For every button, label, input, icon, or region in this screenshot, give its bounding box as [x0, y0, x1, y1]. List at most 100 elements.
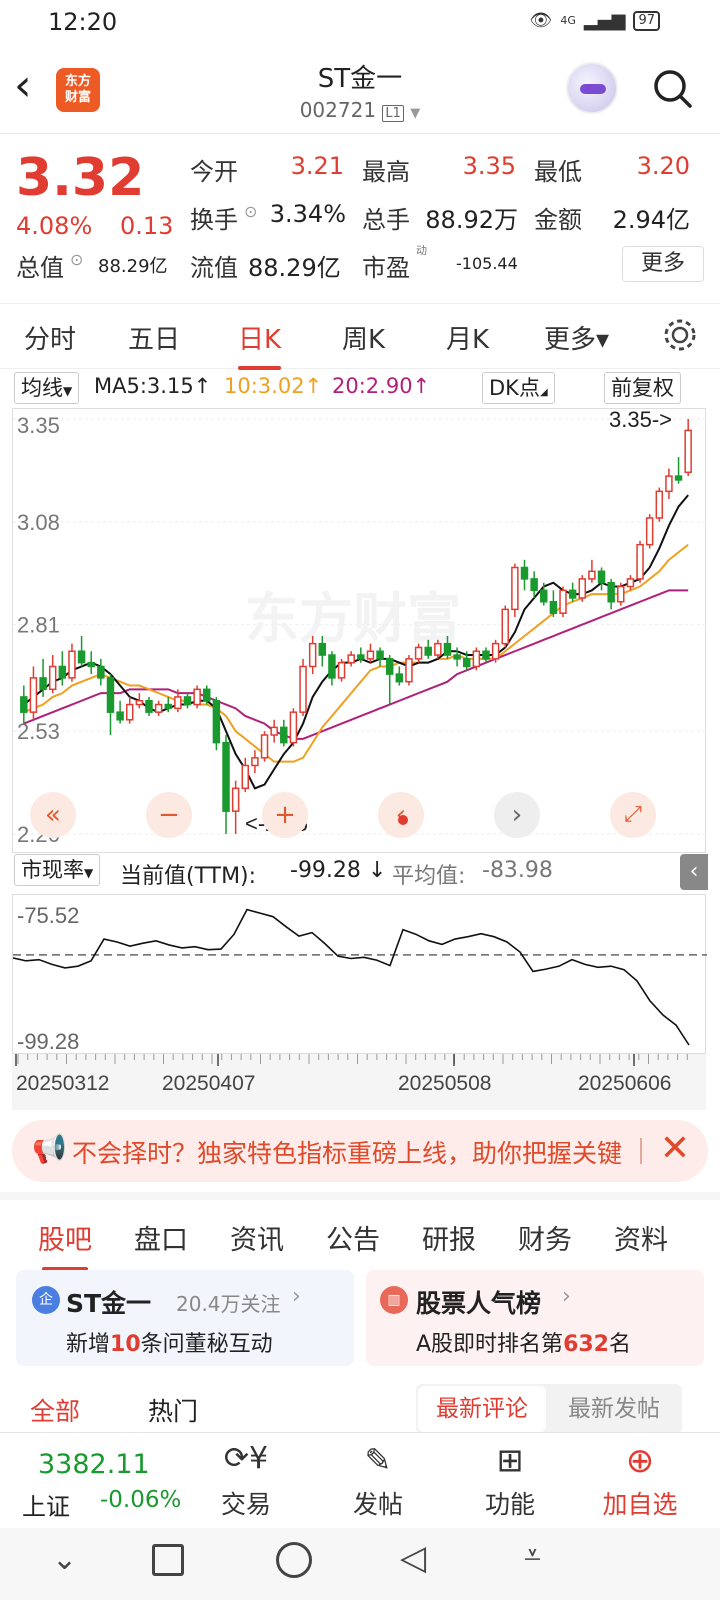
candle-body: [87, 661, 95, 668]
zoom-in-icon[interactable]: +: [262, 792, 308, 838]
gear-icon[interactable]: [660, 315, 700, 355]
step-forward-icon[interactable]: ›: [494, 792, 540, 838]
network-label: 4G: [560, 14, 576, 27]
dk-point-button[interactable]: DK点◢: [482, 372, 555, 404]
popularity-card[interactable]: ▥ 股票人气榜 › A股即时排名第632名: [366, 1270, 704, 1366]
tab-intraday[interactable]: 分时: [24, 319, 76, 356]
candle-body: [164, 703, 172, 710]
close-icon[interactable]: ✕: [660, 1128, 690, 1169]
back-triangle-icon[interactable]: ◁: [400, 1538, 426, 1578]
indicator-select-button[interactable]: 市现率▼: [14, 854, 101, 886]
tab-pankou[interactable]: 盘口: [134, 1218, 188, 1257]
home-circle-icon[interactable]: [276, 1542, 312, 1578]
ranking-chart-icon: ▥: [380, 1286, 408, 1314]
info-icon[interactable]: ⊙: [70, 250, 83, 269]
tab-five-day[interactable]: 五日: [128, 319, 180, 356]
promo-banner[interactable]: 📢 不会择时？独家特色指标重磅上线，助你把握关键 ✕: [12, 1120, 708, 1182]
ma20-value: 20:2.90↑: [332, 374, 431, 398]
indicator-avg-label: 平均值:: [392, 864, 466, 889]
search-icon[interactable]: [652, 68, 692, 108]
level-badge: L1: [382, 105, 404, 122]
chevron-right-icon: ›: [562, 1284, 571, 1309]
amount-label: 金额: [534, 206, 582, 234]
candle-body: [347, 654, 355, 664]
rewind-icon[interactable]: «: [30, 792, 76, 838]
candle-body: [29, 677, 38, 713]
collapse-chevron-icon[interactable]: ‹: [680, 854, 708, 890]
candle-body: [636, 543, 644, 580]
candle-body: [48, 665, 57, 691]
nav-add-watchlist[interactable]: ⊕ 加自选: [590, 1441, 690, 1521]
candle-body: [588, 570, 596, 580]
max-price-label: 3.35->: [609, 409, 672, 432]
candle-body: [434, 642, 442, 656]
tab-more[interactable]: 更多▾: [544, 319, 609, 356]
indicator-current-value: -99.28: [290, 858, 361, 883]
date-axis: 20250312 20250407 20250508 20250606: [12, 1054, 706, 1110]
robot-assistant-avatar[interactable]: [566, 62, 618, 114]
fullscreen-icon[interactable]: ⤢: [610, 792, 656, 838]
recents-square-icon[interactable]: [152, 1544, 184, 1576]
company-card[interactable]: 企 ST金一 20.4万关注 › 新增10条问董秘互动: [16, 1270, 354, 1366]
info-icon[interactable]: ⊙: [244, 202, 257, 221]
candle-body: [395, 673, 404, 683]
candle-body: [97, 665, 105, 679]
tab-guba[interactable]: 股吧: [38, 1218, 92, 1271]
chart-controls: « − + ‹ › ⤢: [0, 790, 720, 840]
tab-profile[interactable]: 资料: [614, 1218, 668, 1257]
ranking-number: 632: [563, 1332, 609, 1357]
volume-label: 总手: [362, 206, 410, 234]
candle-body: [174, 696, 182, 710]
candle-body: [405, 658, 413, 683]
candle-body: [203, 688, 211, 702]
candle-body: [520, 566, 529, 580]
tab-finance[interactable]: 财务: [518, 1218, 572, 1257]
tab-news[interactable]: 资讯: [230, 1218, 284, 1257]
edit-icon: ✎: [364, 1441, 392, 1479]
hide-keyboard-icon[interactable]: ⌄: [52, 1542, 77, 1577]
candle-body: [385, 658, 394, 675]
enterprise-badge-icon: 企: [32, 1286, 60, 1314]
zoom-out-icon[interactable]: −: [146, 792, 192, 838]
pe-dynamic-sup: 动: [416, 244, 427, 257]
kline-chart[interactable]: 3.353.082.812.532.26东方财富3.35-><-2.26: [12, 407, 707, 853]
red-dot-indicator: [398, 815, 408, 825]
filter-hot[interactable]: 热门: [148, 1392, 198, 1428]
date-label: 20250606: [578, 1072, 671, 1095]
notification-pull-icon[interactable]: ⩡: [524, 1538, 541, 1573]
nav-function-label: 功能: [484, 1490, 535, 1519]
candle-body: [414, 646, 423, 660]
ranking-prefix: A股即时排名第: [416, 1332, 564, 1357]
index-ticker[interactable]: 3382.11 上证 -0.06%: [20, 1449, 190, 1521]
nav-function[interactable]: ⊞ 功能: [460, 1441, 560, 1521]
candle-body: [280, 726, 288, 744]
stock-code: 002721: [299, 98, 377, 122]
tab-monthly-k[interactable]: 月K: [446, 319, 489, 356]
divider: [640, 1138, 642, 1164]
tab-weekly-k[interactable]: 周K: [342, 319, 385, 356]
candle-body: [106, 677, 115, 713]
index-name: 上证: [22, 1493, 70, 1521]
tab-research[interactable]: 研报: [422, 1218, 476, 1257]
filter-all[interactable]: 全部: [30, 1392, 80, 1428]
tab-daily-k[interactable]: 日K: [238, 319, 282, 370]
amount-value: 2.94亿: [612, 206, 690, 234]
price-adjust-button[interactable]: 前复权: [604, 372, 681, 404]
interaction-count: 10: [110, 1332, 141, 1357]
candle-body: [289, 711, 298, 744]
battery-icon: 97: [633, 10, 660, 31]
candle-body: [77, 650, 86, 664]
candle-body: [626, 578, 635, 588]
tab-announcements[interactable]: 公告: [326, 1218, 380, 1257]
sort-latest-comment[interactable]: 最新评论: [418, 1386, 546, 1432]
more-button[interactable]: 更多: [622, 246, 704, 282]
sort-latest-post[interactable]: 最新发帖: [550, 1386, 678, 1432]
nav-post[interactable]: ✎ 发帖: [328, 1441, 428, 1521]
candle-body: [491, 642, 500, 660]
candle-body: [607, 581, 615, 603]
candle-body: [20, 696, 28, 713]
candle-body: [299, 665, 307, 713]
indicator-chart[interactable]: -75.52 -99.28: [12, 894, 707, 1054]
ma-select-button[interactable]: 均线▼: [14, 372, 80, 404]
nav-trade[interactable]: ⟳¥ 交易: [196, 1441, 296, 1521]
